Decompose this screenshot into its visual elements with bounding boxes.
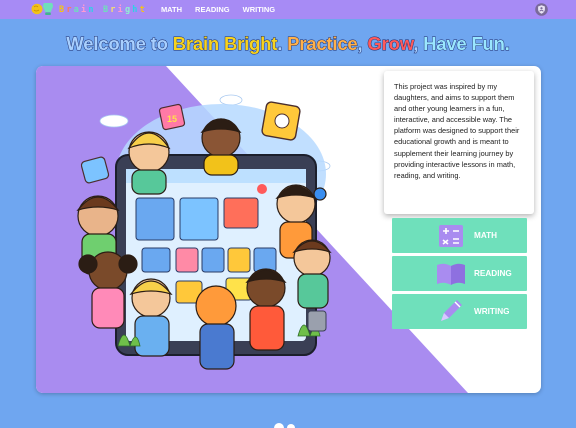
brand-letter: B: [102, 4, 111, 15]
brand-letter: i: [117, 4, 125, 15]
calculator-icon: [433, 221, 469, 251]
hero-card: 15 This project was inspired by my daugh…: [36, 66, 541, 393]
headline-segment: Have Fun.: [423, 33, 511, 55]
brand-letter: r: [110, 4, 118, 15]
nav-reading-link[interactable]: READING: [195, 5, 230, 14]
writing-button-label: WRITING: [474, 307, 510, 316]
headline-segment: Grow: [367, 33, 414, 55]
brand-name: Brain Bright: [59, 5, 147, 15]
writing-button[interactable]: WRITING: [392, 294, 527, 329]
open-book-icon: [433, 259, 469, 289]
nav-writing-link[interactable]: WRITING: [243, 5, 276, 14]
brand-letter: [96, 5, 103, 15]
headline-segment: .: [277, 33, 288, 55]
headline-segment: ,: [357, 33, 368, 55]
brand-letter: g: [124, 4, 133, 15]
brand-letter: r: [66, 4, 74, 15]
headline-segment: Practice: [287, 33, 359, 55]
user-shield-icon[interactable]: [535, 3, 548, 16]
about-text: This project was inspired by my daughter…: [384, 71, 534, 214]
reading-button[interactable]: READING: [392, 256, 527, 291]
brand-letter: a: [73, 4, 81, 15]
math-button[interactable]: MATH: [392, 218, 527, 253]
brand-letter: n: [88, 4, 96, 15]
headline-segment: Brain Bright: [172, 33, 278, 55]
brain-lightbulb-icon: [31, 3, 53, 15]
math-button-label: MATH: [474, 231, 498, 240]
scroll-indicator-icon: [274, 423, 295, 428]
pencil-icon: [433, 297, 469, 327]
brand-logo[interactable]: Brain Bright: [31, 3, 147, 16]
svg-text:15: 15: [167, 114, 177, 124]
headline-segment: ,: [413, 33, 424, 55]
nav-math-link[interactable]: MATH: [161, 5, 182, 14]
brand-letter: t: [139, 4, 147, 15]
reading-button-label: READING: [474, 269, 512, 278]
brand-letter: h: [132, 4, 140, 15]
brand-letter: B: [59, 4, 67, 15]
headline-segment: Welcome to: [66, 33, 173, 55]
page-headline: Welcome to Brain Bright. Practice, Grow,…: [0, 33, 576, 55]
brand-letter: i: [80, 4, 89, 15]
top-navbar: Brain Bright MATH READING WRITING: [0, 0, 576, 19]
